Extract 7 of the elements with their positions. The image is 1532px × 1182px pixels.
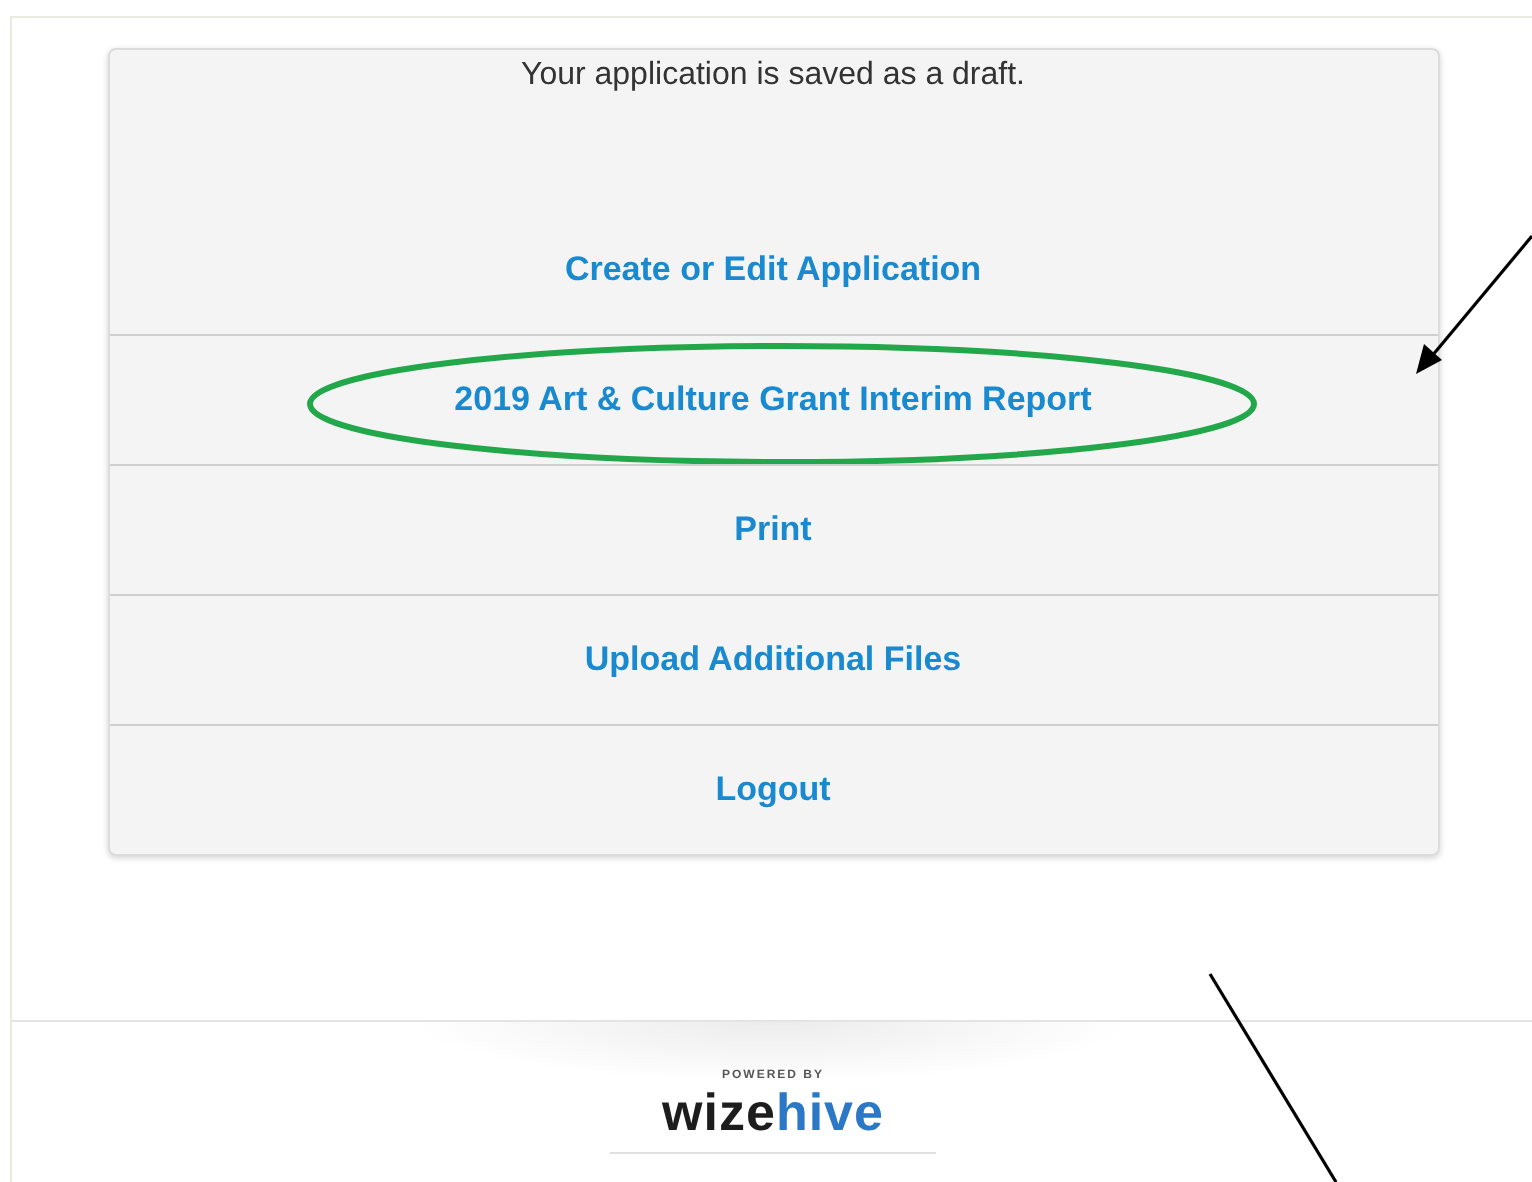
- action-link[interactable]: Upload Additional Files: [584, 640, 962, 680]
- action-link[interactable]: Print: [734, 510, 812, 550]
- status-message: Your application is saved as a draft.: [518, 56, 1027, 96]
- action-link[interactable]: Logout: [715, 770, 831, 810]
- action-link[interactable]: Create or Edit Application: [564, 250, 982, 290]
- wizehive-logo[interactable]: wizehive: [610, 1082, 936, 1154]
- pointer-arrow: [1416, 234, 1532, 374]
